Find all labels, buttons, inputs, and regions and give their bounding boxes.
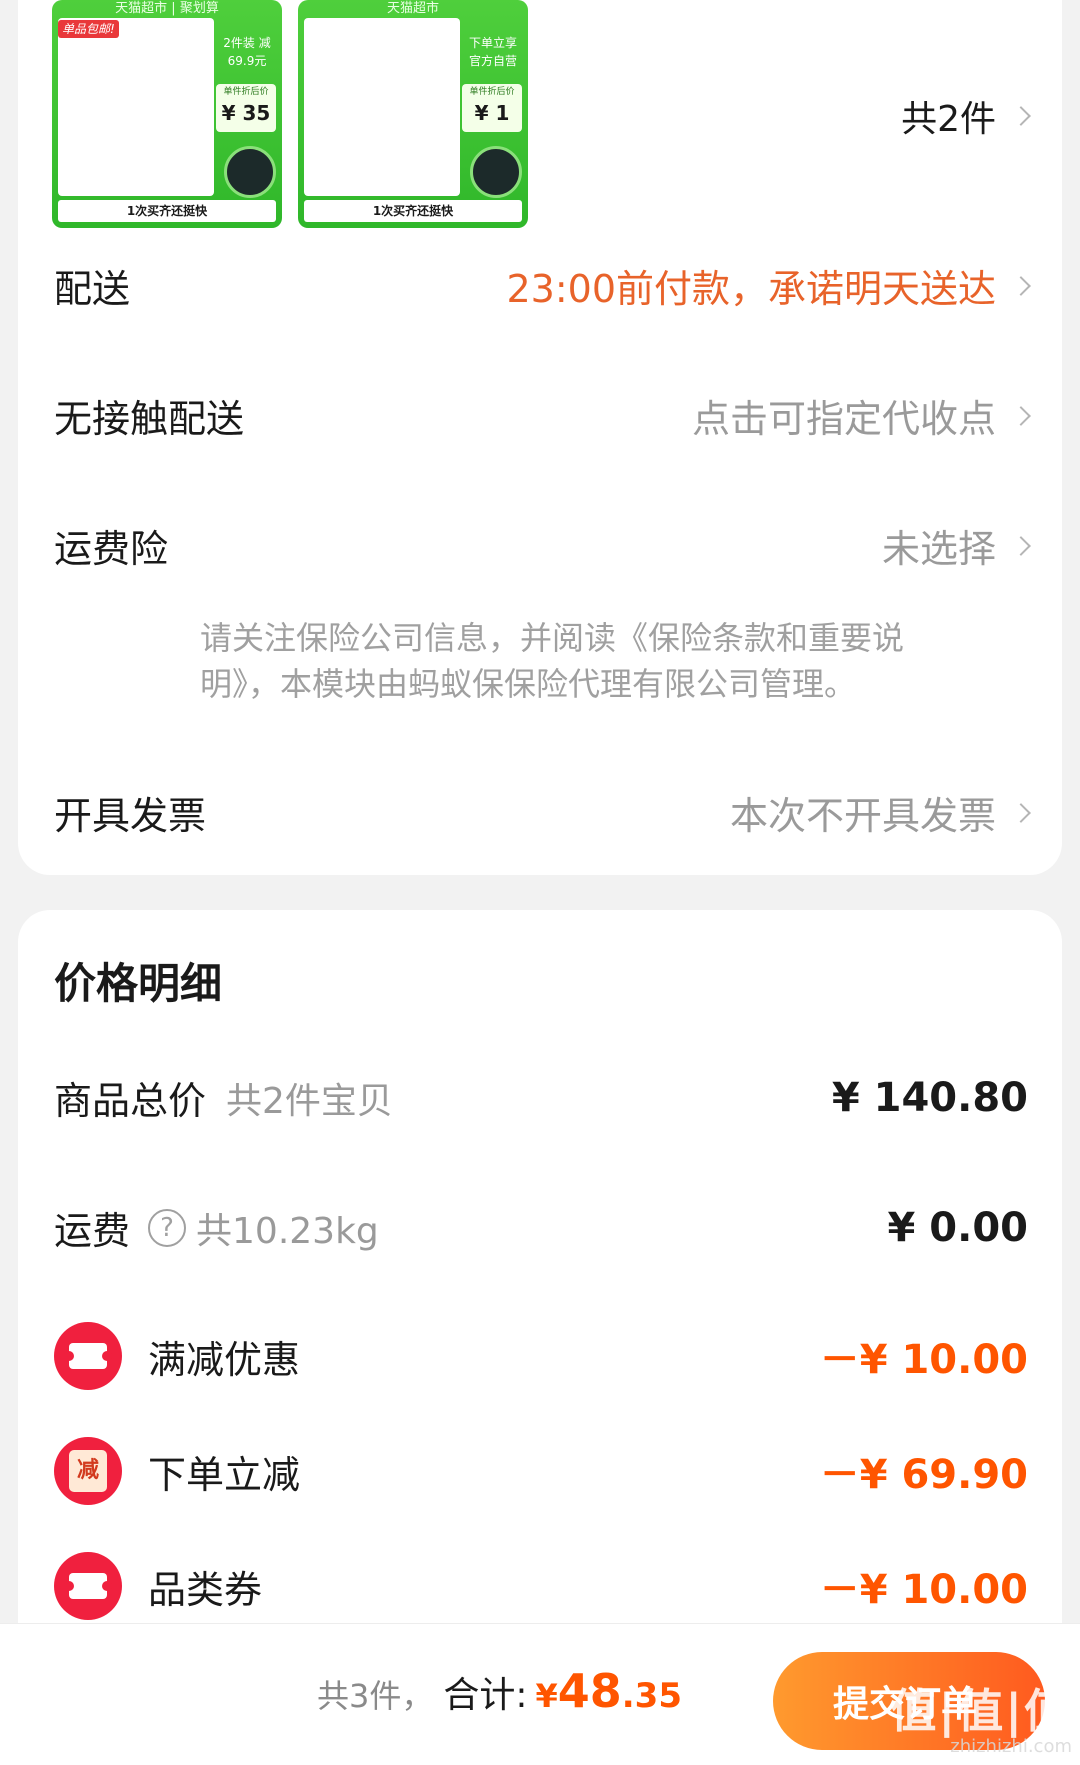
total-amount-decimal: .35 — [621, 1676, 682, 1716]
goods-total-row: 商品总价 共2件宝贝 ¥ 140.80 — [54, 1070, 1028, 1125]
freight-row: 运费 ? 共10.23kg ¥ 0.00 — [54, 1200, 1028, 1255]
product-store-label: 天猫超市 | 聚划算 — [115, 1, 219, 16]
ticket-icon — [54, 1322, 122, 1390]
instant-reduce-icon: 减 — [54, 1437, 122, 1505]
delivery-label: 配送 — [54, 267, 131, 311]
freight-amount: ¥ 0.00 — [887, 1204, 1028, 1251]
product-footer-banner: 1次买齐还挺快 — [58, 200, 276, 222]
watermark-logo: 值|值|值 — [890, 1684, 1072, 1738]
price-detail-title: 价格明细 — [54, 959, 223, 1008]
product-image — [304, 18, 460, 196]
freight-label: 运费 — [54, 1209, 131, 1253]
product-image — [58, 18, 214, 196]
chevron-right-icon — [1011, 275, 1031, 296]
discount-row: 减 下单立减 －¥ 69.90 — [54, 1437, 1028, 1505]
shipping-insurance-row[interactable]: 运费险 未选择 — [54, 518, 1031, 573]
goods-total-label: 商品总价 — [54, 1079, 207, 1123]
chevron-right-icon — [1011, 405, 1031, 426]
watermark-url: zhizhizhi.com — [950, 1736, 1072, 1757]
pickup-point-text: 点击可指定代收点 — [691, 397, 996, 441]
order-summary: 共3件， 合计: ¥ 48 .35 — [317, 1664, 682, 1718]
invoice-label: 开具发票 — [54, 794, 207, 838]
product-price-box: 单件折后价 ¥ 1 — [462, 84, 522, 132]
shipping-insurance-label: 运费险 — [54, 527, 169, 571]
delivery-row[interactable]: 配送 23:00前付款，承诺明天送达 — [54, 258, 1031, 313]
checkout-bar: 共3件， 合计: ¥ 48 .35 提交订单 值|值|值 zhizhizhi.c… — [0, 1623, 1080, 1765]
discount-label: 满减优惠 — [148, 1337, 301, 1382]
chevron-right-icon — [1011, 535, 1031, 556]
product-price-box: 单件折后价 ¥ 35 — [216, 84, 276, 132]
delivery-promise-text: 23:00前付款，承诺明天送达 — [506, 267, 996, 311]
tmall-cat-mascot-icon — [470, 146, 522, 198]
insurance-status-text: 未选择 — [881, 527, 996, 571]
freight-weight: 共10.23kg — [196, 1210, 379, 1252]
product-badge: 单品包邮! — [58, 20, 119, 38]
total-amount-integer: 48 — [557, 1664, 622, 1718]
discount-label: 下单立减 — [148, 1452, 301, 1497]
invoice-value: 本次不开具发票 — [729, 785, 1031, 840]
delivery-value: 23:00前付款，承诺明天送达 — [506, 258, 1031, 313]
product-price-label: 单件折后价 — [469, 87, 515, 97]
invoice-status-text: 本次不开具发票 — [729, 794, 996, 838]
discount-label-group: 满减优惠 — [54, 1322, 300, 1390]
currency-symbol: ¥ — [535, 1677, 558, 1715]
contactless-delivery-row[interactable]: 无接触配送 点击可指定代收点 — [54, 388, 1031, 443]
product-thumbnail[interactable]: 天猫超市 | 聚划算 单品包邮! 2件装 减69.9元 单件折后价 ¥ 35 1… — [52, 0, 282, 228]
invoice-row[interactable]: 开具发票 本次不开具发票 — [54, 785, 1031, 840]
chevron-right-icon — [1011, 106, 1031, 126]
product-promo-tag: 2件装 减69.9元 — [223, 36, 271, 68]
discount-amount: －¥ 69.90 — [819, 1452, 1028, 1498]
freight-label-group: 运费 ? 共10.23kg — [54, 1200, 379, 1255]
product-store-label: 天猫超市 — [386, 1, 439, 16]
product-promo-tag: 下单立享 官方自营 — [468, 36, 517, 68]
discount-amount: －¥ 10.00 — [819, 1337, 1028, 1383]
item-count-link[interactable]: 共2件 — [901, 90, 1031, 142]
discount-row: 品类券 －¥ 10.00 — [54, 1552, 1028, 1620]
product-price: ¥ 1 — [474, 101, 510, 125]
insurance-note: 请关注保险公司信息，并阅读《保险条款和重要说明》，本模块由蚂蚁保保险代理有限公司… — [200, 619, 905, 703]
chevron-right-icon — [1011, 802, 1031, 823]
discount-label-group: 减 下单立减 — [54, 1437, 300, 1505]
product-footer-banner: 1次买齐还挺快 — [304, 200, 522, 222]
total-label: 合计: — [443, 1675, 528, 1716]
product-thumbnail[interactable]: 天猫超市 下单立享 官方自营 单件折后价 ¥ 1 1次买齐还挺快 — [298, 0, 528, 228]
goods-total-label-group: 商品总价 共2件宝贝 — [54, 1070, 393, 1125]
contactless-delivery-value: 点击可指定代收点 — [691, 388, 1031, 443]
contactless-delivery-label: 无接触配送 — [54, 397, 245, 441]
total-item-count: 共3件， — [316, 1677, 434, 1715]
goods-total-amount: ¥ 140.80 — [831, 1074, 1028, 1121]
product-price-label: 单件折后价 — [223, 87, 269, 97]
shipping-insurance-value: 未选择 — [881, 518, 1031, 573]
goods-count: 共2件宝贝 — [226, 1080, 393, 1122]
tmall-cat-mascot-icon — [224, 146, 276, 198]
ticket-icon — [54, 1552, 122, 1620]
discount-row: 满减优惠 －¥ 10.00 — [54, 1322, 1028, 1390]
product-price: ¥ 35 — [221, 101, 271, 125]
reduce-glyph: 减 — [69, 1450, 107, 1492]
discount-label: 品类券 — [148, 1567, 263, 1612]
discount-amount: －¥ 10.00 — [819, 1567, 1028, 1613]
help-icon[interactable]: ? — [148, 1208, 187, 1247]
discount-label-group: 品类券 — [54, 1552, 262, 1620]
watermark: 值|值|值 zhizhizhi.com — [890, 1686, 1072, 1758]
item-count: 共2件 — [901, 99, 996, 140]
order-card: 天猫超市 | 聚划算 单品包邮! 2件装 减69.9元 单件折后价 ¥ 35 1… — [18, 0, 1062, 875]
